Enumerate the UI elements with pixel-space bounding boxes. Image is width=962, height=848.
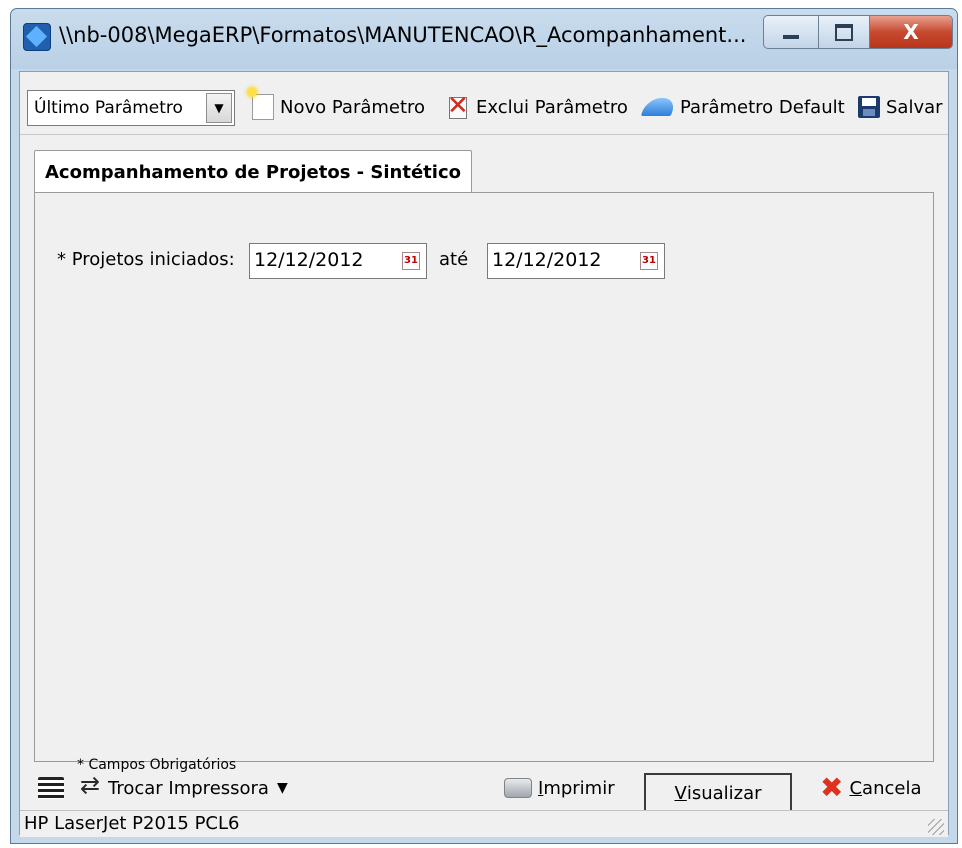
dialog-body: Último Parâmetro ▼ Novo Parâmetro Exclui… bbox=[19, 71, 949, 837]
toolbar: Último Parâmetro ▼ Novo Parâmetro Exclui… bbox=[20, 72, 948, 135]
maximize-button[interactable] bbox=[818, 15, 870, 49]
print-button[interactable]: Imprimir bbox=[504, 768, 615, 808]
chevron-down-icon: ▼ bbox=[276, 780, 288, 796]
new-parameter-label: Novo Parâmetro bbox=[280, 96, 426, 118]
app-icon[interactable] bbox=[23, 23, 51, 51]
print-label-rest: mprimir bbox=[543, 777, 615, 799]
change-printer-label: Trocar Impressora bbox=[108, 777, 269, 799]
delete-document-icon bbox=[446, 91, 470, 121]
parameter-select[interactable]: Último Parâmetro ▼ bbox=[27, 90, 235, 126]
printer-name: HP LaserJet P2015 PCL6 bbox=[24, 813, 240, 834]
delete-parameter-button[interactable]: Exclui Parâmetro bbox=[446, 91, 628, 122]
date-from-field[interactable]: 12/12/2012 31 bbox=[249, 243, 427, 279]
until-label: até bbox=[439, 249, 469, 270]
visualize-label-rest: isualizar bbox=[686, 782, 762, 804]
delete-parameter-label: Exclui Parâmetro bbox=[476, 96, 628, 118]
parameter-select-value: Último Parâmetro bbox=[34, 98, 183, 118]
printer-icon bbox=[38, 777, 64, 799]
projects-started-label: * Projetos iniciados: bbox=[57, 249, 235, 270]
new-parameter-button[interactable]: Novo Parâmetro bbox=[247, 87, 426, 122]
title-bar[interactable]: \\nb-008\MegaERP\Formatos\MANUTENCAO\R_A… bbox=[11, 9, 957, 71]
calendar-icon[interactable]: 31 bbox=[640, 252, 658, 270]
print-label: Imprimir bbox=[538, 778, 615, 799]
printer-settings-button[interactable] bbox=[38, 768, 70, 808]
close-button[interactable]: X bbox=[869, 15, 953, 49]
default-icon bbox=[640, 98, 678, 116]
save-button[interactable]: Salvar bbox=[858, 92, 943, 122]
close-icon: X bbox=[903, 20, 919, 44]
visualize-label-accel: V bbox=[674, 782, 687, 804]
window-title: \\nb-008\MegaERP\Formatos\MANUTENCAO\R_A… bbox=[59, 23, 747, 47]
tab-strip: Acompanhamento de Projetos - Sintético bbox=[34, 150, 934, 193]
red-x-icon: ✖ bbox=[820, 771, 844, 804]
date-to-field[interactable]: 12/12/2012 31 bbox=[487, 243, 665, 279]
default-parameter-label: Parâmetro Default bbox=[680, 96, 845, 118]
minimize-button[interactable] bbox=[763, 15, 819, 49]
cancel-label-accel: C bbox=[849, 777, 863, 799]
default-parameter-button[interactable]: Parâmetro Default bbox=[640, 92, 845, 122]
visualize-button[interactable]: Visualizar bbox=[644, 773, 792, 813]
status-bar: HP LaserJet P2015 PCL6 bbox=[20, 810, 948, 837]
chevron-down-icon[interactable]: ▼ bbox=[206, 93, 232, 123]
swap-printer-icon bbox=[80, 771, 102, 799]
cancel-label-rest: ancela bbox=[862, 777, 922, 799]
date-to-value: 12/12/2012 bbox=[492, 249, 602, 271]
date-from-value: 12/12/2012 bbox=[254, 249, 364, 271]
maximize-icon bbox=[835, 23, 853, 41]
tab-acompanhamento-projetos[interactable]: Acompanhamento de Projetos - Sintético bbox=[34, 150, 472, 193]
tab-panel: * Projetos iniciados: 12/12/2012 31 até … bbox=[34, 192, 934, 773]
resize-grip-icon[interactable] bbox=[928, 819, 944, 835]
save-label: Salvar bbox=[886, 96, 943, 118]
dialog-window: \\nb-008\MegaERP\Formatos\MANUTENCAO\R_A… bbox=[10, 8, 958, 844]
cancel-label: Cancela bbox=[849, 778, 921, 799]
printer-icon bbox=[504, 778, 532, 798]
change-printer-button[interactable]: Trocar Impressora ▼ bbox=[80, 768, 288, 808]
cancel-button[interactable]: ✖ Cancela bbox=[820, 768, 922, 808]
minimize-icon bbox=[783, 35, 799, 39]
new-document-icon bbox=[247, 87, 274, 120]
calendar-icon[interactable]: 31 bbox=[402, 252, 420, 270]
floppy-disk-icon bbox=[858, 96, 880, 118]
bottom-bar: Trocar Impressora ▼ Imprimir Visualizar … bbox=[20, 768, 948, 813]
